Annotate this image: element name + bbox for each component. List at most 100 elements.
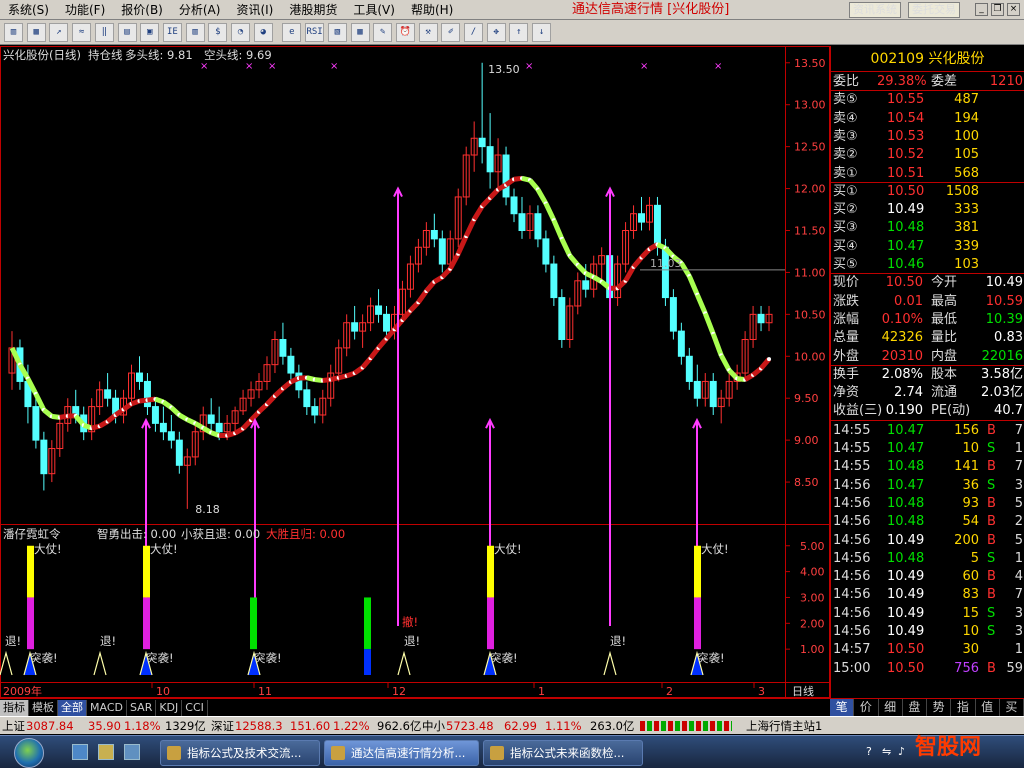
minimize-button[interactable]: _: [975, 3, 988, 16]
kline-chart[interactable]: 兴化股份(日线) 持仓线 多头线: 9.81 空头线: 9.69 13.50 13.00 1…: [0, 46, 830, 698]
move-icon[interactable]: ✥: [486, 23, 506, 42]
signal-raid-label: 突袭!: [30, 651, 58, 665]
long-line-segment: [543, 202, 557, 222]
indicator-tab-2[interactable]: 全部: [58, 699, 87, 716]
quote-tab-3[interactable]: 盘: [903, 699, 927, 716]
candle-body: [215, 422, 223, 433]
tick-row: 14:55 10.48 141 B 7: [831, 458, 1024, 476]
up-arrow-icon[interactable]: ↑: [509, 23, 529, 42]
indicator-tab-3[interactable]: MACD: [87, 699, 127, 716]
desktop-icon[interactable]: [124, 744, 140, 760]
menu-item-6[interactable]: 工具(V): [345, 0, 403, 20]
network-icon[interactable]: ⇋: [882, 745, 891, 758]
money-icon[interactable]: $: [208, 23, 228, 42]
candle-icon[interactable]: ‖: [94, 23, 114, 42]
news-system-button[interactable]: 资讯系统: [849, 2, 901, 18]
layout-icon[interactable]: ▤: [117, 23, 137, 42]
app-icon: [490, 746, 504, 760]
db-icon[interactable]: ▥: [185, 23, 205, 42]
trade-button[interactable]: 委托交易: [908, 2, 960, 18]
menu-item-5[interactable]: 港股期货: [281, 0, 345, 20]
pen-icon[interactable]: ✎: [373, 23, 393, 42]
long-line-segment: [687, 275, 700, 296]
candle-body: [311, 406, 319, 416]
quote-tab-7[interactable]: 买: [1000, 699, 1024, 716]
indicator-tabs: 指标 模板 全部 MACD SAR KDJ CCI: [0, 698, 830, 716]
folder-icon[interactable]: [98, 744, 114, 760]
trend-icon[interactable]: ≈: [72, 23, 92, 42]
restore-button[interactable]: ❐: [991, 3, 1004, 16]
quote-tab-5[interactable]: 指: [951, 699, 976, 716]
signal-cross-marker: ×: [525, 61, 533, 72]
start-button[interactable]: [14, 738, 44, 768]
tick-count: 3: [1014, 477, 1023, 493]
help-icon[interactable]: ?: [866, 745, 872, 758]
bid-price: 10.46: [887, 257, 925, 272]
tick-price: 10.48: [887, 459, 925, 475]
indicator-tab-1[interactable]: 模板: [29, 699, 58, 716]
grid-icon[interactable]: ▦: [350, 23, 370, 42]
stat-label: 量比: [931, 330, 958, 346]
menu-item-1[interactable]: 功能(F): [57, 0, 113, 20]
task-formula[interactable]: 指标公式未来函数检...: [483, 740, 643, 766]
sub-tick-label: 1.00: [800, 643, 825, 656]
quote-tab-6[interactable]: 值: [976, 699, 1000, 716]
tools-icon[interactable]: ⚒: [418, 23, 438, 42]
tick-time: 14:56: [833, 514, 871, 530]
candle-body: [167, 431, 175, 441]
tick-count: 2: [1014, 514, 1023, 530]
tick-row: 14:57 10.50 30 1: [831, 641, 1024, 659]
sh-index-change: 35.90: [88, 719, 121, 733]
tick-side: S: [987, 624, 996, 639]
rsi-icon[interactable]: RSI: [305, 23, 325, 42]
menu-item-7[interactable]: 帮助(H): [403, 0, 461, 20]
bid-row: 买⑤ 10.46 103: [831, 256, 1024, 274]
candle-body: [383, 313, 390, 332]
pie-icon[interactable]: ◔: [231, 23, 250, 42]
line-chart-icon[interactable]: ↗: [49, 23, 69, 42]
indicator-tab-6[interactable]: CCI: [182, 699, 208, 716]
menu-item-4[interactable]: 资讯(I): [228, 0, 281, 20]
indicator-tab-4[interactable]: SAR: [127, 699, 157, 716]
ie-icon[interactable]: [72, 744, 88, 760]
task-forum[interactable]: 指标公式及技术交流...: [160, 740, 320, 766]
quote-tab-0[interactable]: 笔: [830, 699, 855, 716]
stat-value: 10.39: [985, 311, 1023, 327]
pie2-icon[interactable]: ◕: [253, 23, 273, 42]
table-icon[interactable]: ▦: [26, 23, 46, 42]
ie-icon[interactable]: e: [282, 23, 302, 42]
draw-icon[interactable]: /: [464, 23, 483, 42]
candle-body: [430, 229, 438, 240]
candle-body: [351, 322, 359, 332]
sh-index-label: 上证: [2, 719, 25, 733]
quote-tab-4[interactable]: 势: [927, 699, 952, 716]
alarm-icon[interactable]: ⏰: [395, 23, 415, 42]
close-button[interactable]: ×: [1007, 3, 1020, 16]
quote-tab-2[interactable]: 细: [879, 699, 903, 716]
depth-icon[interactable]: ▣: [140, 23, 160, 42]
sign-icon[interactable]: ✐: [441, 23, 461, 42]
bid-label: 买①: [833, 183, 858, 199]
tick-volume: 5: [970, 550, 979, 566]
sme-index-change: 62.99: [504, 719, 537, 733]
indicator-tab-0[interactable]: 指标: [0, 699, 29, 716]
quote-tab-1[interactable]: 价: [854, 699, 879, 716]
task-tdx[interactable]: 通达信高速行情分析...: [324, 740, 479, 766]
signal-buy-label: 大仗!: [494, 542, 522, 556]
menu-item-2[interactable]: 报价(B): [113, 0, 171, 20]
price-tick-label: 11.50: [794, 224, 826, 237]
volume-icon[interactable]: ♪: [898, 745, 905, 758]
tick-row: 14:56 10.49 60 B 4: [831, 568, 1024, 586]
chart-icon[interactable]: ▥: [4, 23, 23, 42]
report-icon[interactable]: IE: [162, 23, 182, 42]
menu-item-3[interactable]: 分析(A): [171, 0, 229, 20]
tick-volume: 60: [962, 569, 979, 585]
candle-body: [677, 330, 685, 357]
indicator-tab-5[interactable]: KDJ: [156, 699, 183, 716]
tick-side: B: [987, 459, 996, 475]
down-arrow-icon[interactable]: ↓: [532, 23, 552, 42]
stat-label: 最低: [931, 311, 958, 327]
menu-item-0[interactable]: 系统(S): [0, 0, 57, 20]
screen-icon[interactable]: ▧: [327, 23, 347, 42]
quote-panel: 002109 兴化股份 委比 29.38% 委差 1210 卖⑤ 10.55 487 卖④ 10…: [830, 46, 1024, 698]
